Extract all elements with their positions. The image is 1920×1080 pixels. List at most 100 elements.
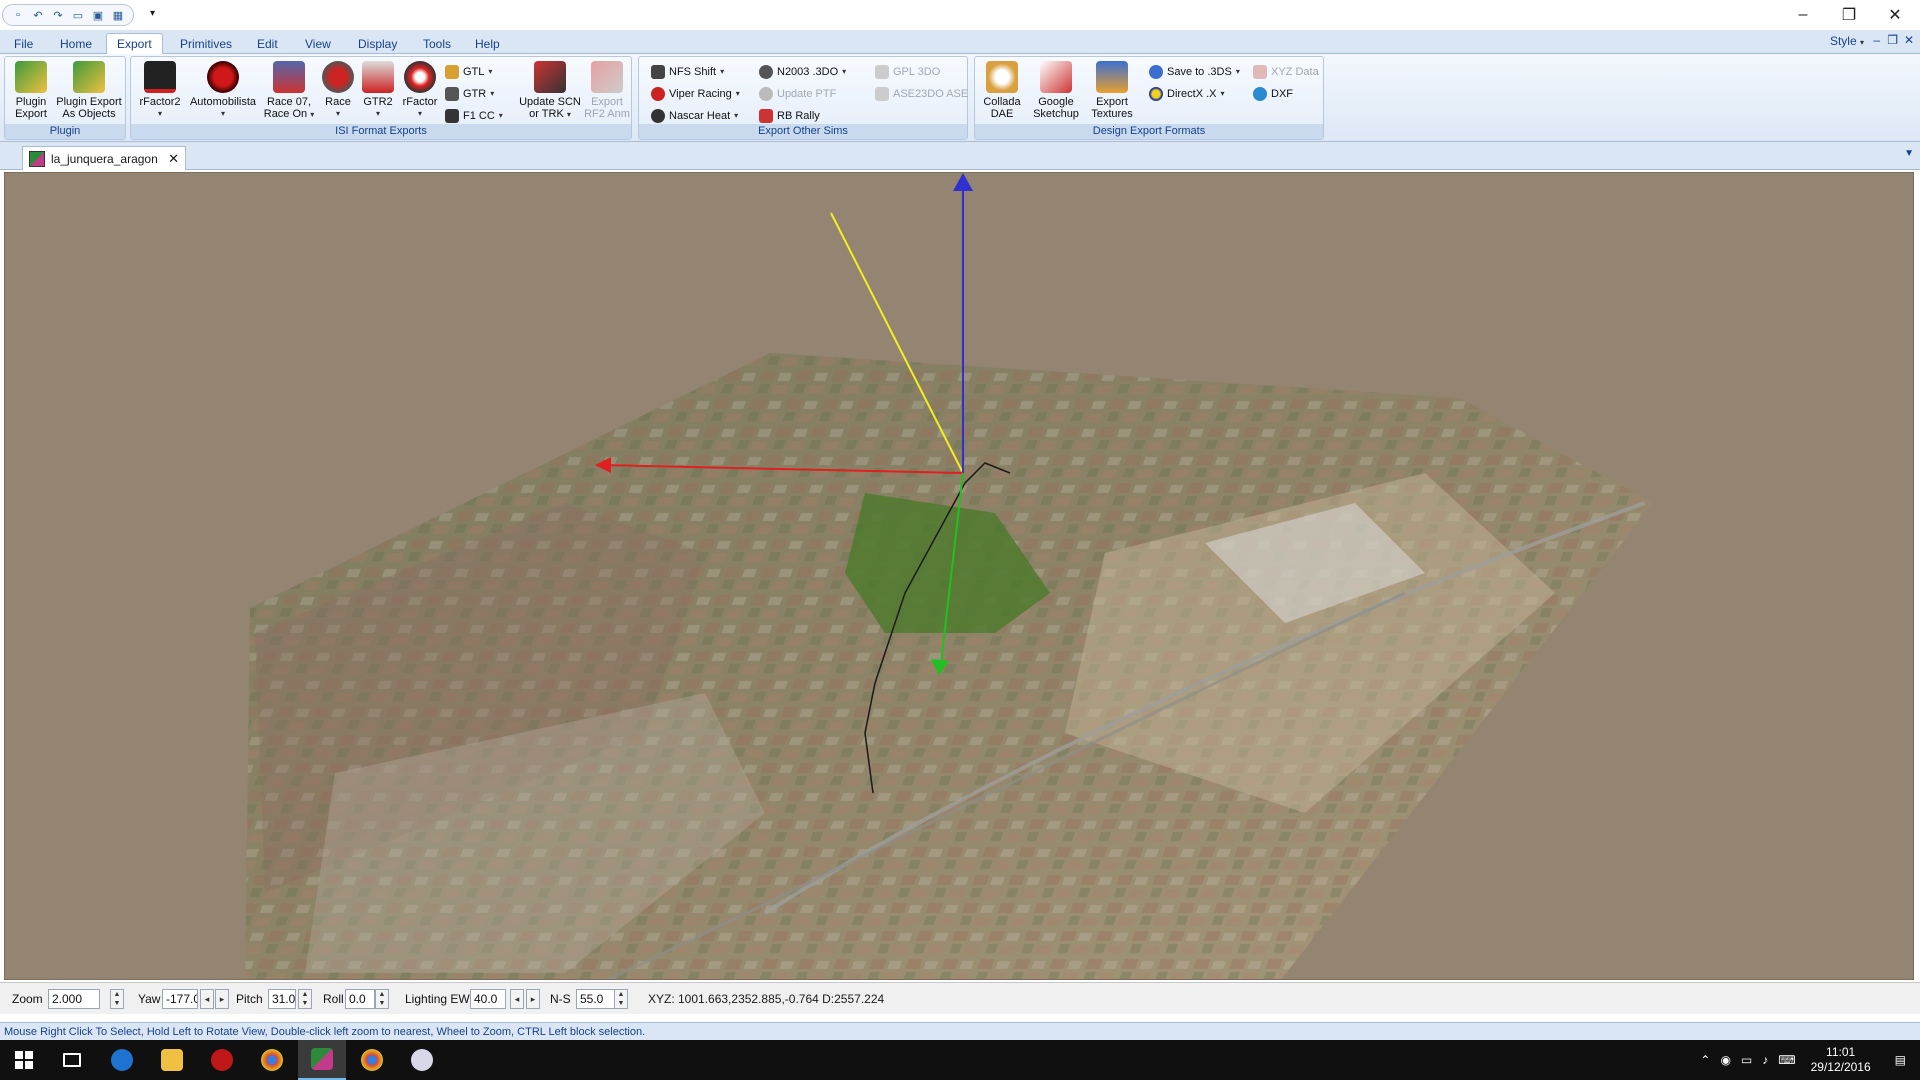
gpl-3do-button[interactable]: GPL 3DO [875,63,940,81]
tab-file[interactable]: File [4,34,43,54]
gtr2-button[interactable]: GTR2 ▾ [357,61,399,120]
redo-icon[interactable]: ↷ [49,7,67,23]
taskbar-paint[interactable] [398,1040,446,1080]
automobilista-button[interactable]: Automobilista ▾ [183,61,263,120]
lighting-ew-left-button[interactable]: ◂ [510,989,524,1009]
mdi-minimize-icon[interactable]: – [1873,33,1880,47]
tab-edit[interactable]: Edit [247,34,288,54]
tab-export[interactable]: Export [106,33,163,55]
ns-spinner[interactable]: ▲ ▼ [614,989,628,1009]
rfactor-button[interactable]: rFactor ▾ [399,61,441,120]
n2003-button[interactable]: N2003 .3DO ▾ [759,63,846,81]
lighting-ew-input[interactable]: 40.0 [470,989,506,1009]
minimize-button[interactable]: – [1780,0,1826,30]
quick-access-customize-icon[interactable]: ▾ [150,8,155,19]
undo-icon[interactable]: ↶ [29,7,47,23]
roll-spinner[interactable]: ▲ ▼ [375,989,389,1009]
pitch-input[interactable]: 31.0 [268,989,296,1009]
network-icon[interactable]: ▭ [1736,1053,1757,1067]
save-3ds-icon [1149,65,1163,79]
gtl-button[interactable]: GTL ▾ [445,63,492,81]
plugin-export-icon [15,61,47,93]
update-ptf-button[interactable]: Update PTF [759,85,836,103]
taskbar-edge[interactable] [98,1040,146,1080]
restore-button[interactable]: ❐ [1826,0,1872,30]
layout-icon[interactable]: ▦ [109,7,127,23]
new-file-icon[interactable]: ▫ [9,7,27,23]
nfs-shift-button[interactable]: NFS Shift ▾ [651,63,724,81]
3d-viewport[interactable] [4,172,1914,980]
lighting-ew-right-button[interactable]: ▸ [526,989,540,1009]
mdi-close-icon[interactable]: ✕ [1904,33,1914,47]
document-tab-label: la_junquera_aragon [51,151,158,166]
close-tab-icon[interactable]: ✕ [168,151,179,167]
directx-button[interactable]: DirectX .X ▾ [1149,85,1225,103]
viper-racing-button[interactable]: Viper Racing ▾ [651,85,740,103]
close-button[interactable]: ✕ [1872,0,1918,30]
tab-tools[interactable]: Tools [413,34,461,54]
yaw-left-button[interactable]: ◂ [200,989,214,1009]
gtr2-label: GTR2 [363,96,393,108]
rfactor2-button[interactable]: rFactor2 ▾ [135,61,185,120]
taskbar-chrome-2[interactable] [348,1040,396,1080]
tray-chevron-icon[interactable]: ⌃ [1695,1053,1715,1067]
roll-input[interactable]: 0.0 [345,989,375,1009]
document-tab[interactable]: la_junquera_aragon ✕ [22,146,186,170]
taskbar-explorer[interactable] [148,1040,196,1080]
tab-primitives[interactable]: Primitives [170,34,242,54]
plugin-export-button[interactable]: Plugin Export [9,61,53,120]
rb-rally-button[interactable]: RB Rally [759,107,820,125]
zoom-spinner[interactable]: ▲ ▼ [110,989,124,1009]
tab-list-dropdown-icon[interactable]: ▼ [1904,148,1914,159]
taskbar-3dsimed[interactable] [298,1040,346,1080]
plugin-export-objects-label-2: As Objects [62,108,116,120]
export-rf2-anm-button[interactable]: Export RF2 Anm [583,61,631,120]
keyboard-icon[interactable]: ⌨ [1773,1053,1800,1067]
race-label: Race [325,96,351,108]
task-view-button[interactable] [48,1040,96,1080]
xyz-data-button[interactable]: XYZ Data [1253,63,1319,81]
nascar-heat-button[interactable]: Nascar Heat ▾ [651,107,738,125]
pitch-spinner[interactable]: ▲ ▼ [298,989,312,1009]
save-3ds-button[interactable]: Save to .3DS ▾ [1149,63,1240,81]
tab-view[interactable]: View [295,34,341,54]
plugin-export-objects-button[interactable]: Plugin Export As Objects [53,61,125,120]
mdi-restore-icon[interactable]: ❐ [1887,33,1898,47]
tab-home[interactable]: Home [50,34,102,54]
collada-button[interactable]: Collada DAE [977,61,1027,120]
group-isi-label: ISI Format Exports [131,124,631,139]
update-scn-button[interactable]: Update SCN or TRK ▾ [515,61,585,121]
volume-icon[interactable]: ♪ [1757,1053,1773,1067]
tab-help[interactable]: Help [465,34,510,54]
steam-icon[interactable]: ◉ [1715,1053,1735,1067]
edge-icon [111,1049,133,1071]
f1cc-button[interactable]: F1 CC ▾ [445,107,503,125]
sketchup-button[interactable]: Google Sketchup [1027,61,1085,120]
tab-display[interactable]: Display [348,34,407,54]
collada-label-1: Collada [983,96,1021,108]
race07-button[interactable]: Race 07, Race On ▾ [259,61,319,121]
export-textures-button[interactable]: Export Textures [1085,61,1139,120]
yaw-right-button[interactable]: ▸ [215,989,229,1009]
save-icon[interactable]: ▣ [89,7,107,23]
start-button[interactable] [0,1040,48,1080]
taskbar-chrome[interactable] [248,1040,296,1080]
3d-scene[interactable] [5,173,1914,980]
ase23do-button[interactable]: ASE23DO ASE [875,85,968,103]
yaw-input[interactable]: -177.0 [162,989,198,1009]
style-menu[interactable]: Style ▾ [1830,34,1864,48]
gtr-button[interactable]: GTR ▾ [445,85,494,103]
roll-label: Roll [323,992,344,1006]
ns-input[interactable]: 55.0 [576,989,616,1009]
document-tabs: la_junquera_aragon ✕ ▼ [0,142,1920,170]
windows-logo-icon [15,1051,33,1069]
zoom-input[interactable]: 2.000 [48,989,100,1009]
taskbar-app-red[interactable] [198,1040,246,1080]
notifications-icon[interactable]: ▤ [1881,1053,1920,1067]
clock[interactable]: 11:01 29/12/2016 [1801,1045,1881,1075]
race-button[interactable]: Race ▾ [317,61,359,120]
system-tray: ⌃ ◉ ▭ ♪ ⌨ 11:01 29/12/2016 ▤ [1695,1040,1920,1080]
dxf-button[interactable]: DXF [1253,85,1293,103]
open-folder-icon[interactable]: ▭ [69,7,87,23]
lighting-ew-label: Lighting EW [405,992,470,1006]
